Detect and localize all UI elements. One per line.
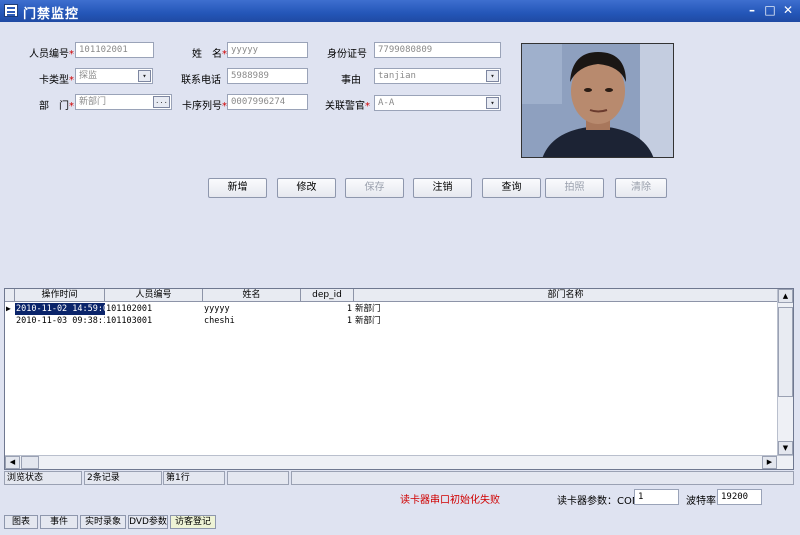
dept-value: 新部门 xyxy=(79,97,107,107)
name-label: 姓 名* xyxy=(192,49,227,60)
person-id-label: 人员编号* xyxy=(29,49,74,60)
scroll-thumb[interactable] xyxy=(21,456,39,469)
chevron-down-icon[interactable]: ▾ xyxy=(486,70,499,82)
tab-realtime-video[interactable]: 实时录象 xyxy=(80,515,126,529)
minimize-button[interactable]: – xyxy=(744,3,760,18)
close-button[interactable]: ✕ xyxy=(780,3,796,18)
table-cell[interactable]: cheshi xyxy=(204,315,300,327)
edit-button[interactable]: 修改 xyxy=(277,178,336,198)
card-serial-label: 卡序列号* xyxy=(182,101,227,112)
grid-header: 操作时间 人员编号 姓名 dep_id 部门名称 xyxy=(5,289,778,302)
table-cell[interactable]: 1 xyxy=(302,315,352,327)
scroll-down-icon[interactable]: ▼ xyxy=(778,441,793,455)
tab-visitor-registration[interactable]: 访客登记 xyxy=(170,515,216,529)
scroll-left-icon[interactable]: ◀ xyxy=(5,456,20,469)
save-button[interactable]: 保存 xyxy=(345,178,404,198)
scroll-up-icon[interactable]: ▲ xyxy=(778,289,793,303)
cancel-button[interactable]: 注销 xyxy=(413,178,472,198)
current-row-marker: ▶ xyxy=(6,304,11,313)
chevron-down-icon[interactable]: ▾ xyxy=(486,97,499,109)
column-header[interactable]: 人员编号 xyxy=(105,289,203,302)
tab-dvd-params[interactable]: DVD参数 xyxy=(128,515,168,529)
table-cell[interactable]: 新部门 xyxy=(355,315,455,327)
officer-label: 关联警官* xyxy=(325,101,370,112)
person-id-input[interactable]: 101102001 xyxy=(75,42,154,58)
chevron-down-icon[interactable]: ▾ xyxy=(138,70,151,82)
browse-button[interactable]: ... xyxy=(153,96,170,108)
reason-select[interactable]: tanjian ▾ xyxy=(374,68,501,84)
table-cell[interactable]: 2010-11-03 09:38:11 xyxy=(15,315,105,327)
record-grid[interactable]: 操作时间 人员编号 姓名 dep_id 部门名称 ▶ 2010-11-02 14… xyxy=(4,288,794,470)
name-input[interactable]: yyyyy xyxy=(227,42,308,58)
maximize-button[interactable]: □ xyxy=(762,3,778,18)
reason-value: tanjian xyxy=(378,71,416,81)
table-cell[interactable]: 101103001 xyxy=(106,315,202,327)
phone-input[interactable]: 5988989 xyxy=(227,68,308,84)
person-photo xyxy=(521,43,674,158)
query-button[interactable]: 查询 xyxy=(482,178,541,198)
card-type-label: 卡类型* xyxy=(39,75,74,86)
id-card-input[interactable]: 7799080809 xyxy=(374,42,501,58)
column-header[interactable]: dep_id xyxy=(301,289,354,302)
clear-button[interactable]: 清除 xyxy=(615,178,667,198)
title-bar[interactable]: 门禁监控 – □ ✕ xyxy=(0,0,800,22)
baud-input[interactable]: 19200 xyxy=(717,489,762,505)
vertical-scrollbar[interactable]: ▲ ▼ xyxy=(777,289,793,455)
card-type-value: 探监 xyxy=(79,71,98,81)
table-cell[interactable]: 2010-11-02 14:59:02 xyxy=(15,303,105,315)
card-type-select[interactable]: 探监 ▾ xyxy=(75,68,153,84)
table-cell[interactable]: yyyyy xyxy=(204,303,300,315)
tab-chart[interactable]: 图表 xyxy=(4,515,38,529)
status-records: 2条记录 xyxy=(84,471,162,485)
app-icon xyxy=(4,4,18,17)
officer-select[interactable]: A-A ▾ xyxy=(374,95,501,111)
baud-label: 波特率 xyxy=(686,496,716,507)
column-header[interactable]: 部门名称 xyxy=(354,289,778,302)
id-card-label: 身份证号 xyxy=(327,49,367,60)
officer-value: A-A xyxy=(378,98,395,108)
card-serial-input[interactable]: 0007996274 xyxy=(227,94,308,110)
table-row[interactable]: ▶ 2010-11-02 14:59:02 101102001 yyyyy 1 … xyxy=(5,303,778,315)
reader-error-text: 读卡器串口初始化失败 xyxy=(400,495,500,506)
column-header[interactable]: 操作时间 xyxy=(15,289,105,302)
scroll-thumb[interactable] xyxy=(778,307,793,397)
window-title: 门禁监控 xyxy=(23,7,80,22)
status-mode: 浏览状态 xyxy=(4,471,82,485)
dept-label: 部 门* xyxy=(39,101,74,112)
table-cell[interactable]: 1 xyxy=(302,303,352,315)
add-button[interactable]: 新增 xyxy=(208,178,267,198)
scroll-right-icon[interactable]: ▶ xyxy=(762,456,777,469)
header-indicator-cell xyxy=(5,289,15,302)
horizontal-scrollbar[interactable]: ◀ ▶ xyxy=(5,455,793,469)
reader-params-label: 读卡器参数：COM xyxy=(557,496,641,507)
status-row: 第1行 xyxy=(163,471,225,485)
reader-port-input[interactable]: 1 xyxy=(634,489,679,505)
column-header[interactable]: 姓名 xyxy=(203,289,301,302)
tab-events[interactable]: 事件 xyxy=(40,515,78,529)
table-cell[interactable]: 101102001 xyxy=(106,303,202,315)
table-row[interactable]: 2010-11-03 09:38:11 101103001 cheshi 1 新… xyxy=(5,315,778,327)
table-cell[interactable]: 新部门 xyxy=(355,303,455,315)
reason-label: 事由 xyxy=(341,75,361,86)
status-empty xyxy=(227,471,289,485)
photo-button[interactable]: 拍照 xyxy=(545,178,604,198)
phone-label: 联系电话 xyxy=(181,75,221,86)
dept-input[interactable]: 新部门 ... xyxy=(75,94,172,110)
status-empty xyxy=(291,471,794,485)
